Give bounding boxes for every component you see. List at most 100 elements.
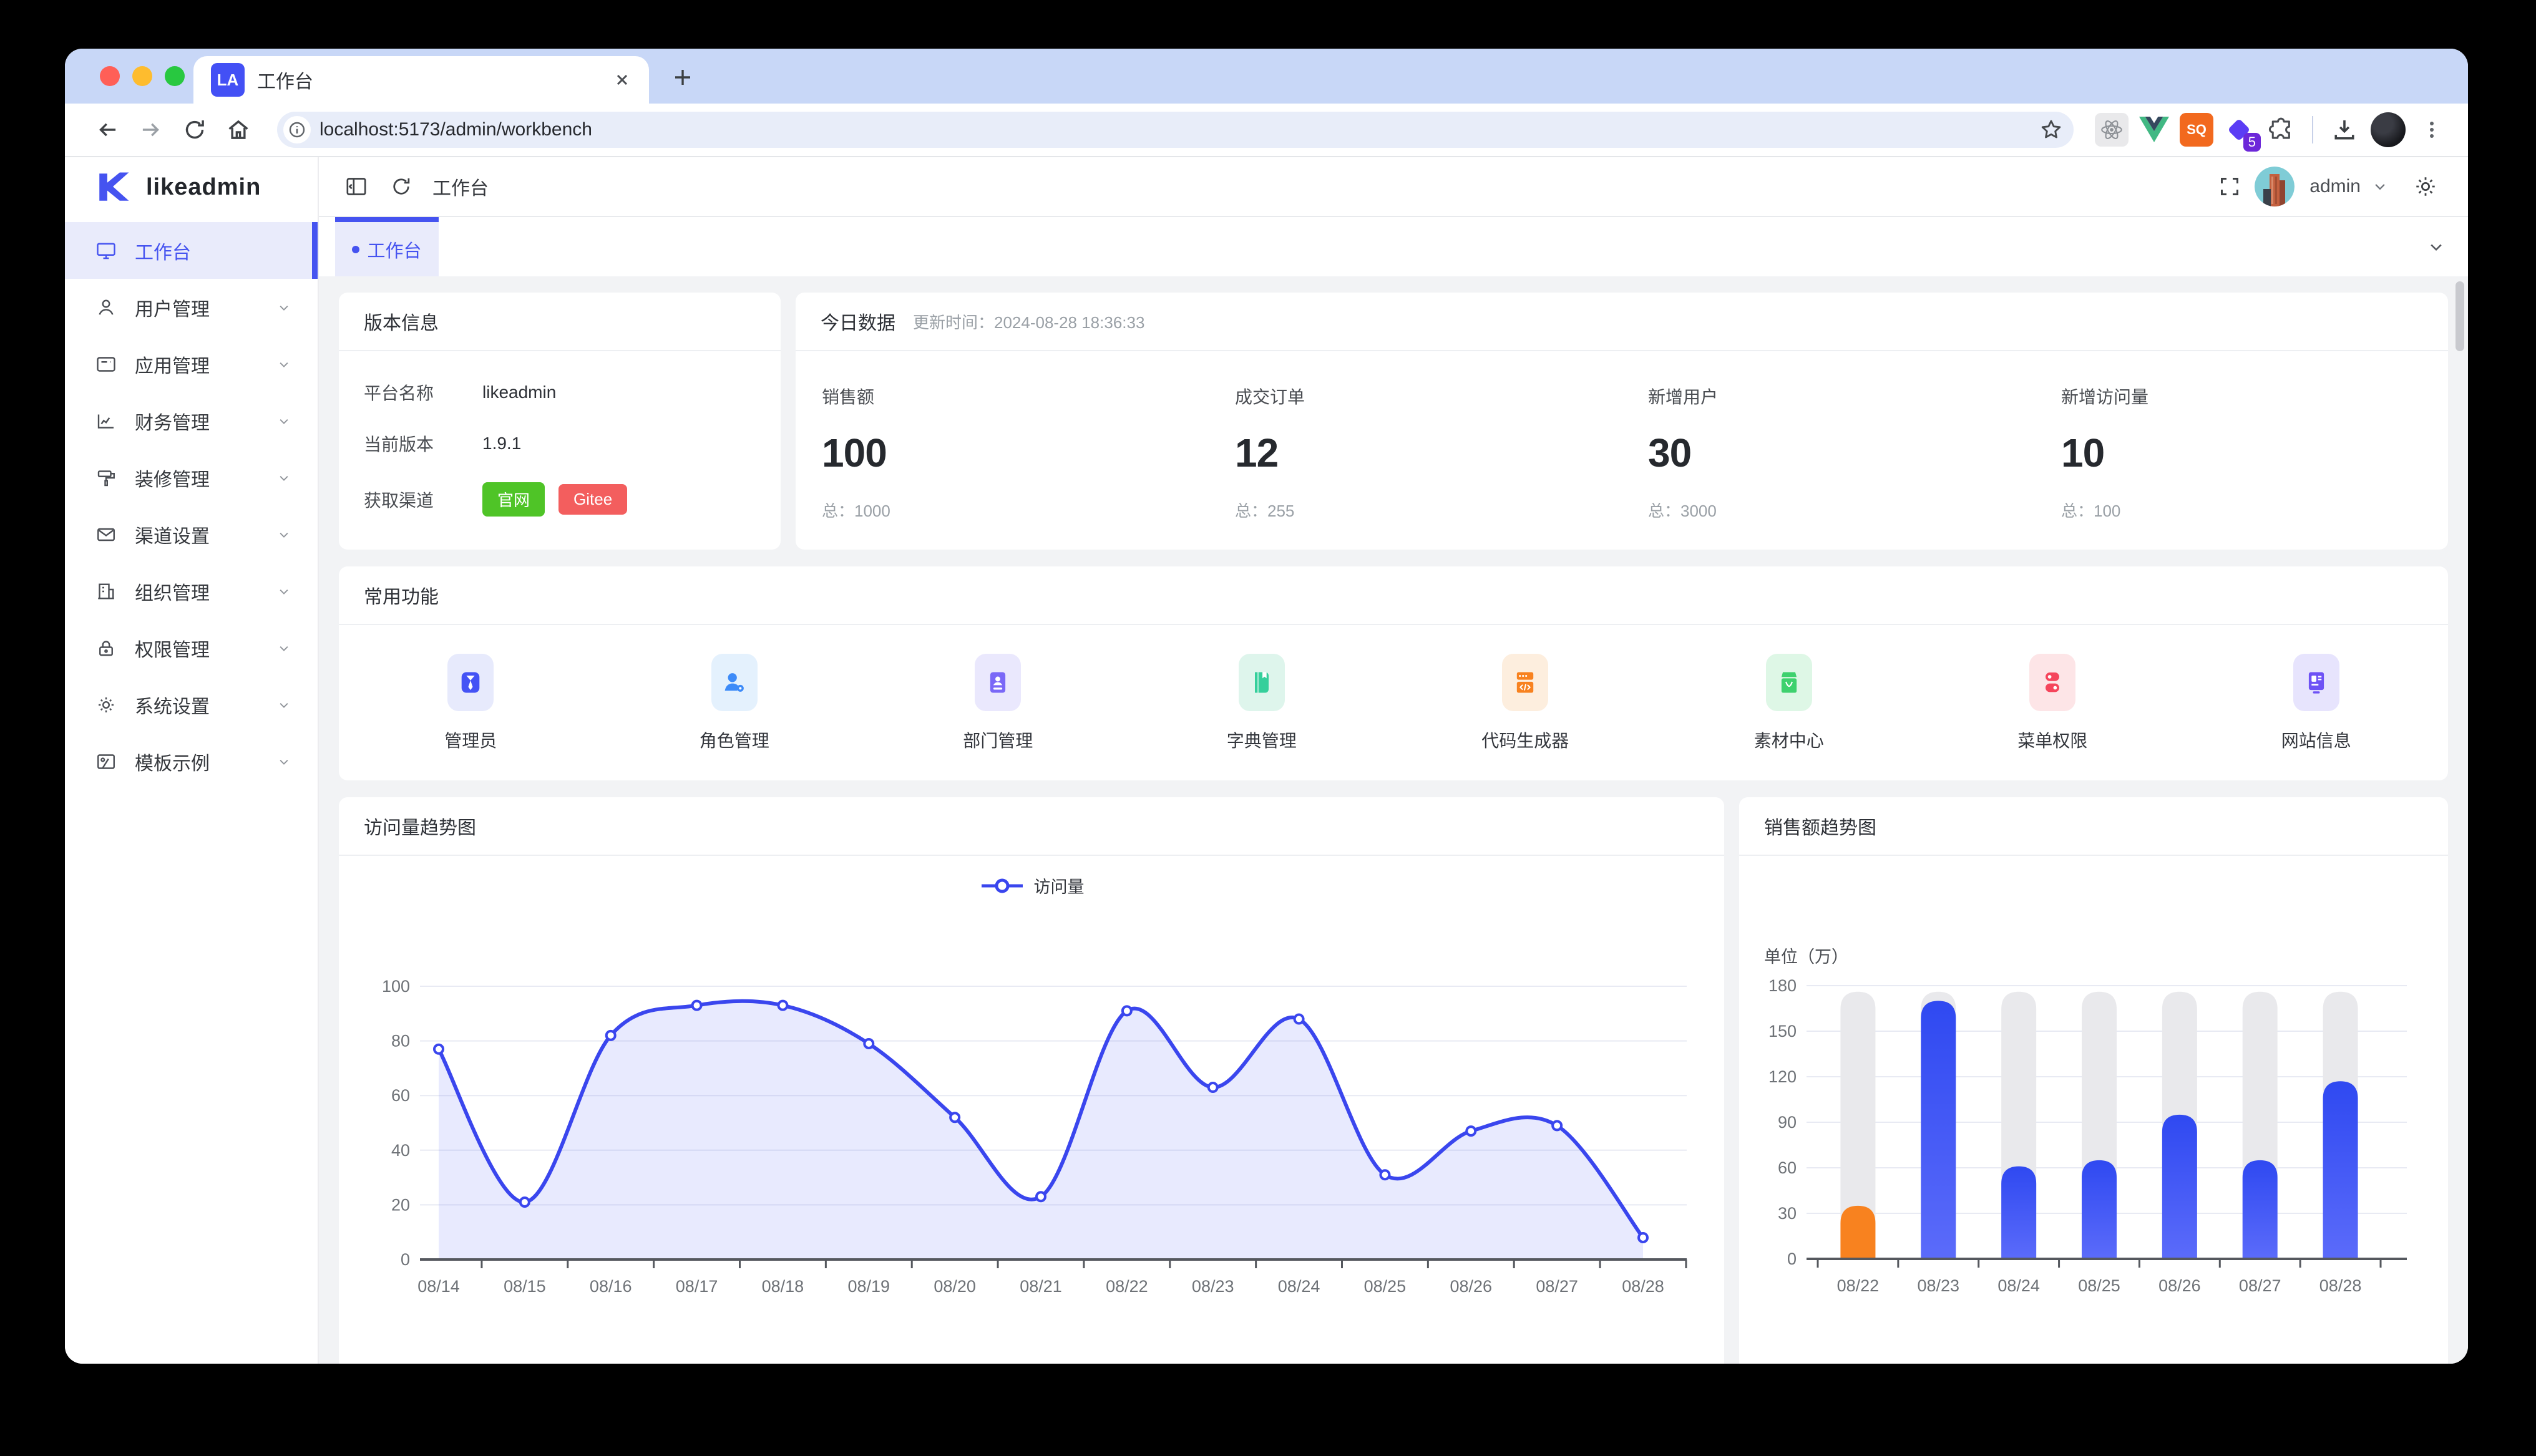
legend-label: 访问量 <box>1034 873 1085 898</box>
official-site-button[interactable]: 官网 <box>482 482 545 517</box>
collapse-sidebar-icon[interactable] <box>336 167 376 206</box>
page-tab-label: 工作台 <box>367 236 421 263</box>
stat-value: 12 <box>1235 430 1622 476</box>
sidebar-nav: 工作台 用户管理 应用管理 财务管理 <box>65 217 318 790</box>
sidebar-item-settings[interactable]: 系统设置 <box>65 676 318 733</box>
card-title: 今日数据 <box>821 308 895 335</box>
quick-item-code-generator[interactable]: 代码生成器 <box>1393 654 1657 752</box>
site-info-icon[interactable] <box>283 116 311 143</box>
vue-devtools-extension-icon[interactable] <box>2137 113 2171 147</box>
quick-item-roles[interactable]: 角色管理 <box>603 654 867 752</box>
user-avatar[interactable] <box>2255 167 2295 206</box>
quick-item-departments[interactable]: 部门管理 <box>866 654 1130 752</box>
today-data-card: 今日数据 更新时间：2024-08-28 18:36:33 销售额 100 总：… <box>796 293 2448 550</box>
chevron-down-icon <box>275 356 293 373</box>
svg-text:80: 80 <box>391 1032 410 1051</box>
sidebar-item-channels[interactable]: 渠道设置 <box>65 506 318 563</box>
sidebar-item-decoration[interactable]: 装修管理 <box>65 449 318 506</box>
version-info-card: 版本信息 平台名称 likeadmin 当前版本 1.9.1 <box>339 293 781 550</box>
stat-value: 10 <box>2061 430 2448 476</box>
purple-extension-icon[interactable]: 5 <box>2222 113 2256 147</box>
line-legend[interactable]: 访问量 <box>979 873 1085 898</box>
reload-icon[interactable] <box>177 112 212 147</box>
app-logo[interactable]: likeadmin <box>65 157 318 217</box>
sidebar-item-permissions[interactable]: 权限管理 <box>65 619 318 676</box>
bookmark-star-icon[interactable] <box>2039 117 2064 142</box>
user-menu-chevron-icon[interactable] <box>2371 177 2389 196</box>
home-icon[interactable] <box>221 112 256 147</box>
svg-text:08/22: 08/22 <box>1837 1276 1880 1295</box>
sidebar-item-organization[interactable]: 组织管理 <box>65 563 318 619</box>
admin-icon <box>447 654 494 711</box>
stat-total: 总：255 <box>1235 498 1622 522</box>
channel-label: 获取渠道 <box>364 487 482 512</box>
card-title: 销售额趋势图 <box>1764 812 1876 840</box>
quick-item-label: 代码生成器 <box>1481 727 1569 752</box>
react-devtools-extension-icon[interactable] <box>2095 113 2129 147</box>
material-center-icon <box>1766 654 1812 711</box>
browser-tab[interactable]: LA 工作台 <box>193 56 649 104</box>
close-window-button[interactable] <box>100 66 120 86</box>
sq-extension-icon[interactable]: SQ <box>2180 113 2213 147</box>
sidebar-item-applications[interactable]: 应用管理 <box>65 336 318 392</box>
svg-text:60: 60 <box>391 1086 410 1105</box>
zoom-window-button[interactable] <box>165 66 185 86</box>
sidebar-item-label: 模板示例 <box>135 748 258 775</box>
main-area: 工作台 admin <box>319 157 2468 1364</box>
tab-title: 工作台 <box>257 66 600 94</box>
quick-item-admin[interactable]: 管理员 <box>339 654 603 752</box>
back-icon[interactable] <box>90 112 125 147</box>
quick-item-website-info[interactable]: 网站信息 <box>2185 654 2449 752</box>
browser-profile-avatar[interactable] <box>2371 112 2406 147</box>
new-tab-button[interactable] <box>665 60 700 95</box>
sales-trend-card: 销售额趋势图 单位（万） 030609012015018008/2208/230… <box>1739 797 2448 1364</box>
sidebar-item-templates[interactable]: 模板示例 <box>65 733 318 790</box>
sidebar-item-label: 财务管理 <box>135 407 258 435</box>
chevron-down-icon <box>275 639 293 657</box>
page-tab-workbench[interactable]: 工作台 <box>335 217 439 276</box>
close-tab-icon[interactable] <box>613 70 632 89</box>
gear-icon <box>95 694 117 716</box>
traffic-lights <box>100 66 185 86</box>
svg-text:0: 0 <box>1787 1250 1797 1268</box>
quick-item-materials[interactable]: 素材中心 <box>1657 654 1921 752</box>
svg-text:08/18: 08/18 <box>762 1277 804 1296</box>
refresh-page-icon[interactable] <box>381 167 421 206</box>
sidebar-item-label: 渠道设置 <box>135 521 258 548</box>
sidebar-item-users[interactable]: 用户管理 <box>65 279 318 336</box>
sidebar-item-label: 应用管理 <box>135 351 258 378</box>
scrollbar-thumb[interactable] <box>2456 281 2464 351</box>
department-icon <box>975 654 1021 711</box>
stat-label: 新增用户 <box>1648 384 2035 409</box>
address-bar[interactable]: localhost:5173/admin/workbench <box>277 112 2074 148</box>
svg-text:08/22: 08/22 <box>1106 1277 1148 1296</box>
sidebar-item-finance[interactable]: 财务管理 <box>65 392 318 449</box>
unit-label: 单位（万） <box>1764 943 1848 968</box>
browser-menu-icon[interactable] <box>2414 112 2449 147</box>
likeadmin-logo-icon <box>95 169 131 205</box>
svg-text:08/26: 08/26 <box>2158 1276 2201 1295</box>
svg-text:08/19: 08/19 <box>847 1277 890 1296</box>
sidebar-item-workbench[interactable]: 工作台 <box>65 222 318 279</box>
browser-toolbar: localhost:5173/admin/workbench SQ 5 <box>65 104 2468 157</box>
gitee-button[interactable]: Gitee <box>558 484 627 515</box>
extensions-puzzle-icon[interactable] <box>2265 113 2298 147</box>
svg-text:08/20: 08/20 <box>934 1277 976 1296</box>
svg-text:08/24: 08/24 <box>1278 1277 1320 1296</box>
svg-text:30: 30 <box>1778 1204 1797 1223</box>
downloads-icon[interactable] <box>2327 112 2362 147</box>
sidebar-item-label: 工作台 <box>135 237 293 265</box>
username[interactable]: admin <box>2309 176 2361 197</box>
svg-text:08/15: 08/15 <box>504 1277 546 1296</box>
chevron-down-icon <box>275 412 293 430</box>
paint-roller-icon <box>95 467 117 489</box>
forward-icon[interactable] <box>134 112 168 147</box>
fullscreen-icon[interactable] <box>2210 167 2250 206</box>
toolbar-separator <box>2312 116 2313 143</box>
settings-gear-icon[interactable] <box>2406 167 2446 206</box>
quick-item-menu-permissions[interactable]: 菜单权限 <box>1921 654 2185 752</box>
url-text[interactable]: localhost:5173/admin/workbench <box>319 119 2030 140</box>
minimize-window-button[interactable] <box>132 66 152 86</box>
quick-item-dictionary[interactable]: 字典管理 <box>1130 654 1394 752</box>
tabs-dropdown-chevron-icon[interactable] <box>2426 217 2447 276</box>
